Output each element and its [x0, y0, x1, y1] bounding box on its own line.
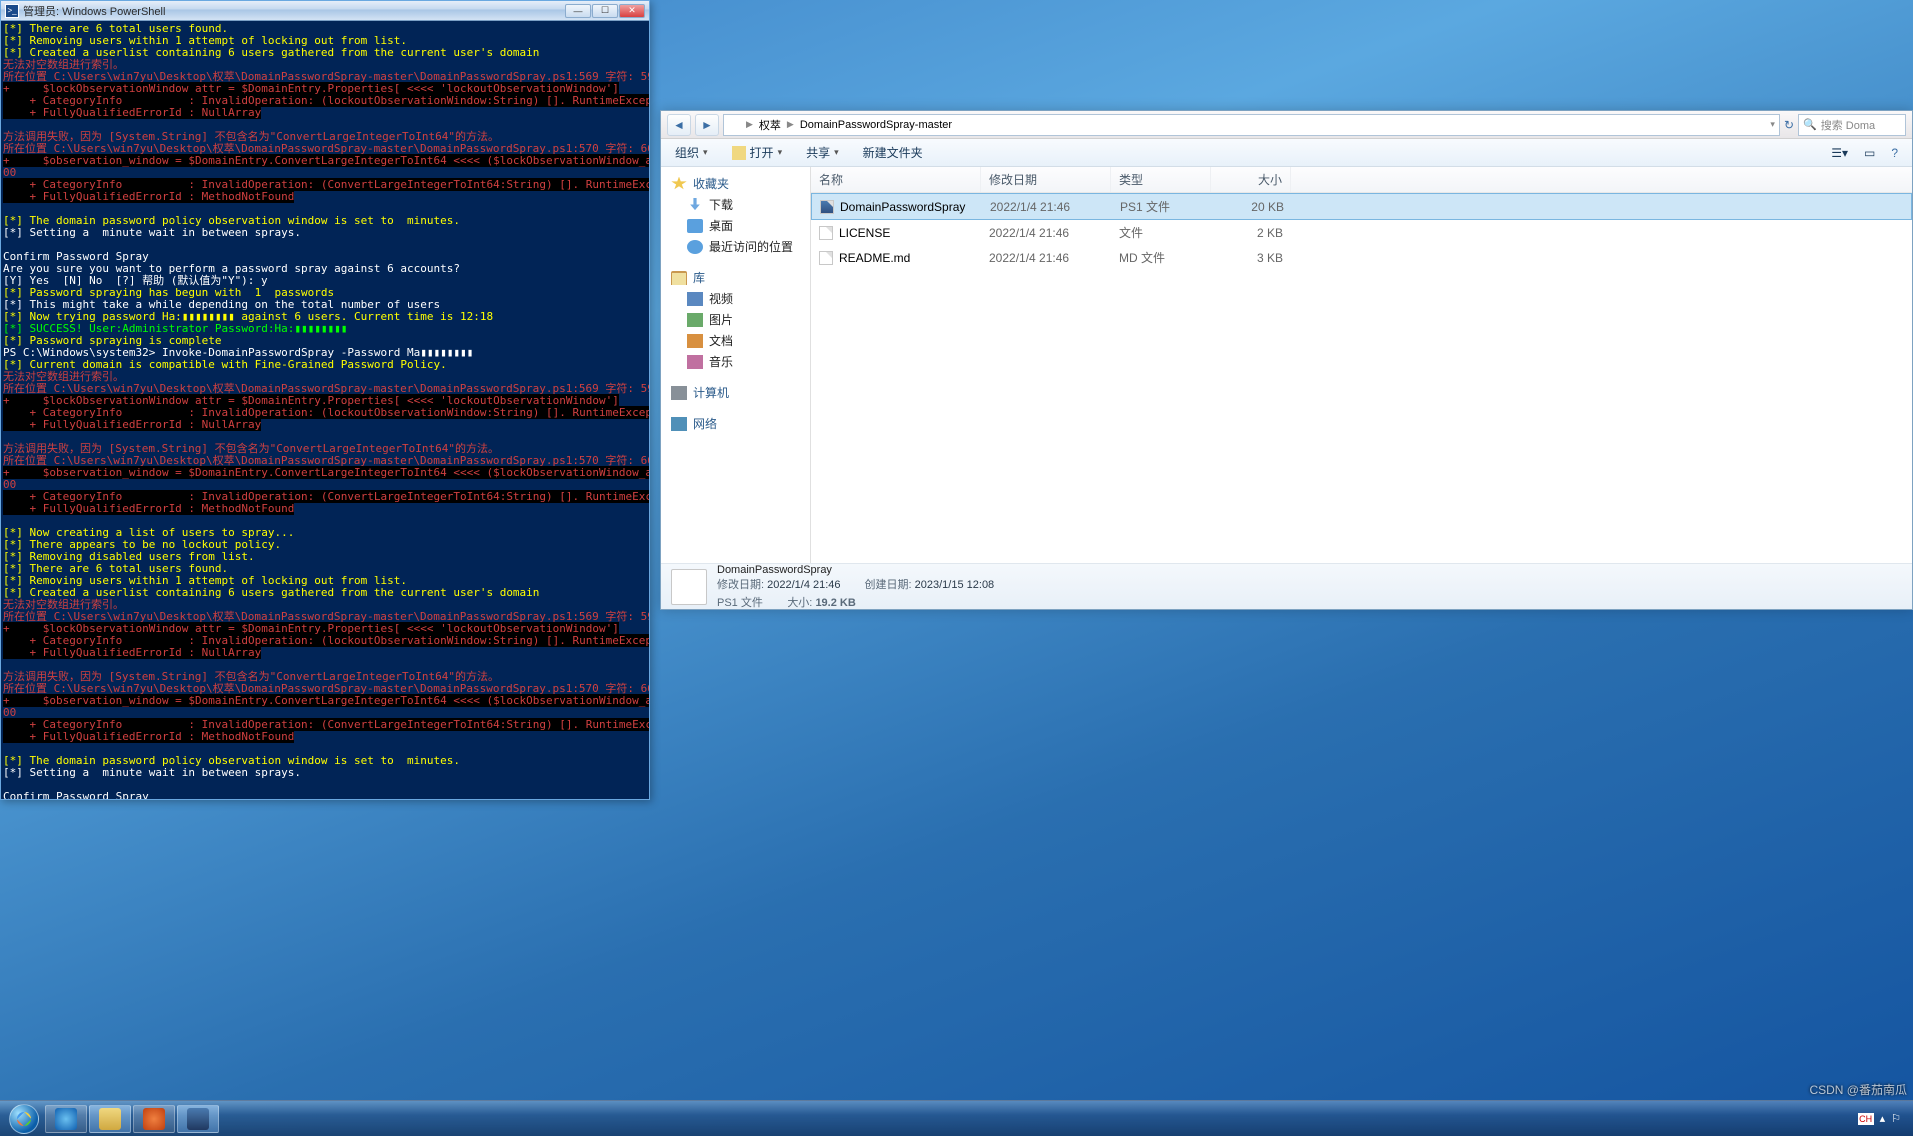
- taskbar-ie[interactable]: [45, 1105, 87, 1133]
- powershell-titlebar[interactable]: >_ 管理员: Windows PowerShell — ☐ ✕: [1, 1, 649, 21]
- computer-icon: [671, 386, 687, 400]
- list-item[interactable]: DomainPasswordSpray2022/1/4 21:46PS1 文件2…: [811, 193, 1912, 220]
- address-bar[interactable]: ▶ 权萃 ▶ DomainPasswordSpray-master ▾: [723, 114, 1780, 136]
- toolbar-share[interactable]: 共享: [800, 142, 845, 163]
- powershell-icon: >_: [5, 4, 19, 18]
- star-icon: [671, 177, 687, 191]
- close-button[interactable]: ✕: [619, 4, 645, 18]
- system-tray[interactable]: CH ▴ ⚐: [1858, 1112, 1909, 1125]
- view-options-icon[interactable]: ☰▾: [1825, 144, 1854, 162]
- tree-pictures[interactable]: 图片: [661, 309, 810, 330]
- nav-forward-button[interactable]: ►: [695, 114, 719, 136]
- video-icon: [687, 292, 703, 306]
- watermark: CSDN @番茄南瓜: [1809, 1081, 1907, 1098]
- list-item[interactable]: README.md2022/1/4 21:46MD 文件3 KB: [811, 245, 1912, 270]
- column-size[interactable]: 大小: [1211, 167, 1291, 192]
- refresh-icon[interactable]: ↻: [1784, 118, 1794, 132]
- chevron-right-icon: ▶: [787, 119, 794, 130]
- taskbar: CH ▴ ⚐: [0, 1100, 1913, 1136]
- network-icon: [671, 417, 687, 431]
- toolbar-newfolder[interactable]: 新建文件夹: [857, 142, 929, 163]
- toolbar-organize[interactable]: 组织: [669, 142, 714, 163]
- file-icon: [819, 251, 833, 265]
- tree-videos[interactable]: 视频: [661, 288, 810, 309]
- powershell-icon: [187, 1108, 209, 1130]
- dropdown-icon[interactable]: ▾: [1770, 119, 1775, 130]
- document-icon: [687, 334, 703, 348]
- explorer-window: ◄ ► ▶ 权萃 ▶ DomainPasswordSpray-master ▾ …: [660, 110, 1913, 610]
- action-center-icon[interactable]: ⚐: [1891, 1112, 1901, 1125]
- file-list: 名称 修改日期 类型 大小 DomainPasswordSpray2022/1/…: [811, 167, 1912, 563]
- tree-recent[interactable]: 最近访问的位置: [661, 236, 810, 257]
- taskbar-mediaplayer[interactable]: [133, 1105, 175, 1133]
- tree-libraries[interactable]: 库: [661, 267, 810, 288]
- nav-back-button[interactable]: ◄: [667, 114, 691, 136]
- tray-arrow-icon[interactable]: ▴: [1880, 1112, 1886, 1125]
- search-icon: 🔍: [1803, 118, 1817, 131]
- tree-computer[interactable]: 计算机: [661, 382, 810, 403]
- taskbar-powershell[interactable]: [177, 1105, 219, 1133]
- file-icon: [820, 200, 834, 214]
- tree-documents[interactable]: 文档: [661, 330, 810, 351]
- chevron-right-icon: ▶: [746, 119, 753, 130]
- windows-logo-icon: [9, 1104, 39, 1134]
- ie-icon: [55, 1108, 77, 1130]
- list-header[interactable]: 名称 修改日期 类型 大小: [811, 167, 1912, 193]
- breadcrumb-segment[interactable]: DomainPasswordSpray-master: [796, 119, 956, 131]
- toolbar-open[interactable]: 打开: [726, 142, 789, 163]
- breadcrumb-segment[interactable]: 权萃: [755, 117, 785, 133]
- powershell-window: >_ 管理员: Windows PowerShell — ☐ ✕ [*] The…: [0, 0, 650, 800]
- tree-music[interactable]: 音乐: [661, 351, 810, 372]
- list-item[interactable]: LICENSE2022/1/4 21:46文件2 KB: [811, 220, 1912, 245]
- desktop-icon: [687, 219, 703, 233]
- library-icon: [671, 271, 687, 285]
- music-icon: [687, 355, 703, 369]
- help-icon[interactable]: ?: [1885, 144, 1904, 162]
- folder-icon: [728, 118, 744, 132]
- column-type[interactable]: 类型: [1111, 167, 1211, 192]
- column-date[interactable]: 修改日期: [981, 167, 1111, 192]
- download-icon: [687, 198, 703, 212]
- powershell-output[interactable]: [*] There are 6 total users found.[*] Re…: [1, 21, 649, 799]
- open-icon: [732, 146, 746, 160]
- folder-icon: [99, 1108, 121, 1130]
- recent-icon: [687, 240, 703, 254]
- taskbar-explorer[interactable]: [89, 1105, 131, 1133]
- tree-favorites[interactable]: 收藏夹: [661, 173, 810, 194]
- explorer-toolbar: 组织 打开 共享 新建文件夹 ☰▾ ▭ ?: [661, 139, 1912, 167]
- explorer-navbar: ◄ ► ▶ 权萃 ▶ DomainPasswordSpray-master ▾ …: [661, 111, 1912, 139]
- column-name[interactable]: 名称: [811, 167, 981, 192]
- ime-indicator[interactable]: CH: [1858, 1113, 1874, 1125]
- start-button[interactable]: [4, 1104, 44, 1134]
- maximize-button[interactable]: ☐: [592, 4, 618, 18]
- file-icon: [819, 226, 833, 240]
- picture-icon: [687, 313, 703, 327]
- search-input[interactable]: 🔍 搜索 Doma: [1798, 114, 1906, 136]
- detail-filetype: PS1 文件: [717, 597, 763, 609]
- minimize-button[interactable]: —: [565, 4, 591, 18]
- detail-file-icon: [671, 569, 707, 605]
- tree-desktop[interactable]: 桌面: [661, 215, 810, 236]
- mediaplayer-icon: [143, 1108, 165, 1130]
- navigation-tree[interactable]: 收藏夹 下载 桌面 最近访问的位置 库 视频 图片 文档 音乐 计算机 网络: [661, 167, 811, 563]
- tree-downloads[interactable]: 下载: [661, 194, 810, 215]
- tree-network[interactable]: 网络: [661, 413, 810, 434]
- detail-filename: DomainPasswordSpray: [717, 564, 832, 576]
- details-pane: DomainPasswordSpray 修改日期: 2022/1/4 21:46…: [661, 563, 1912, 609]
- preview-pane-icon[interactable]: ▭: [1858, 144, 1881, 162]
- powershell-title: 管理员: Windows PowerShell: [23, 3, 165, 19]
